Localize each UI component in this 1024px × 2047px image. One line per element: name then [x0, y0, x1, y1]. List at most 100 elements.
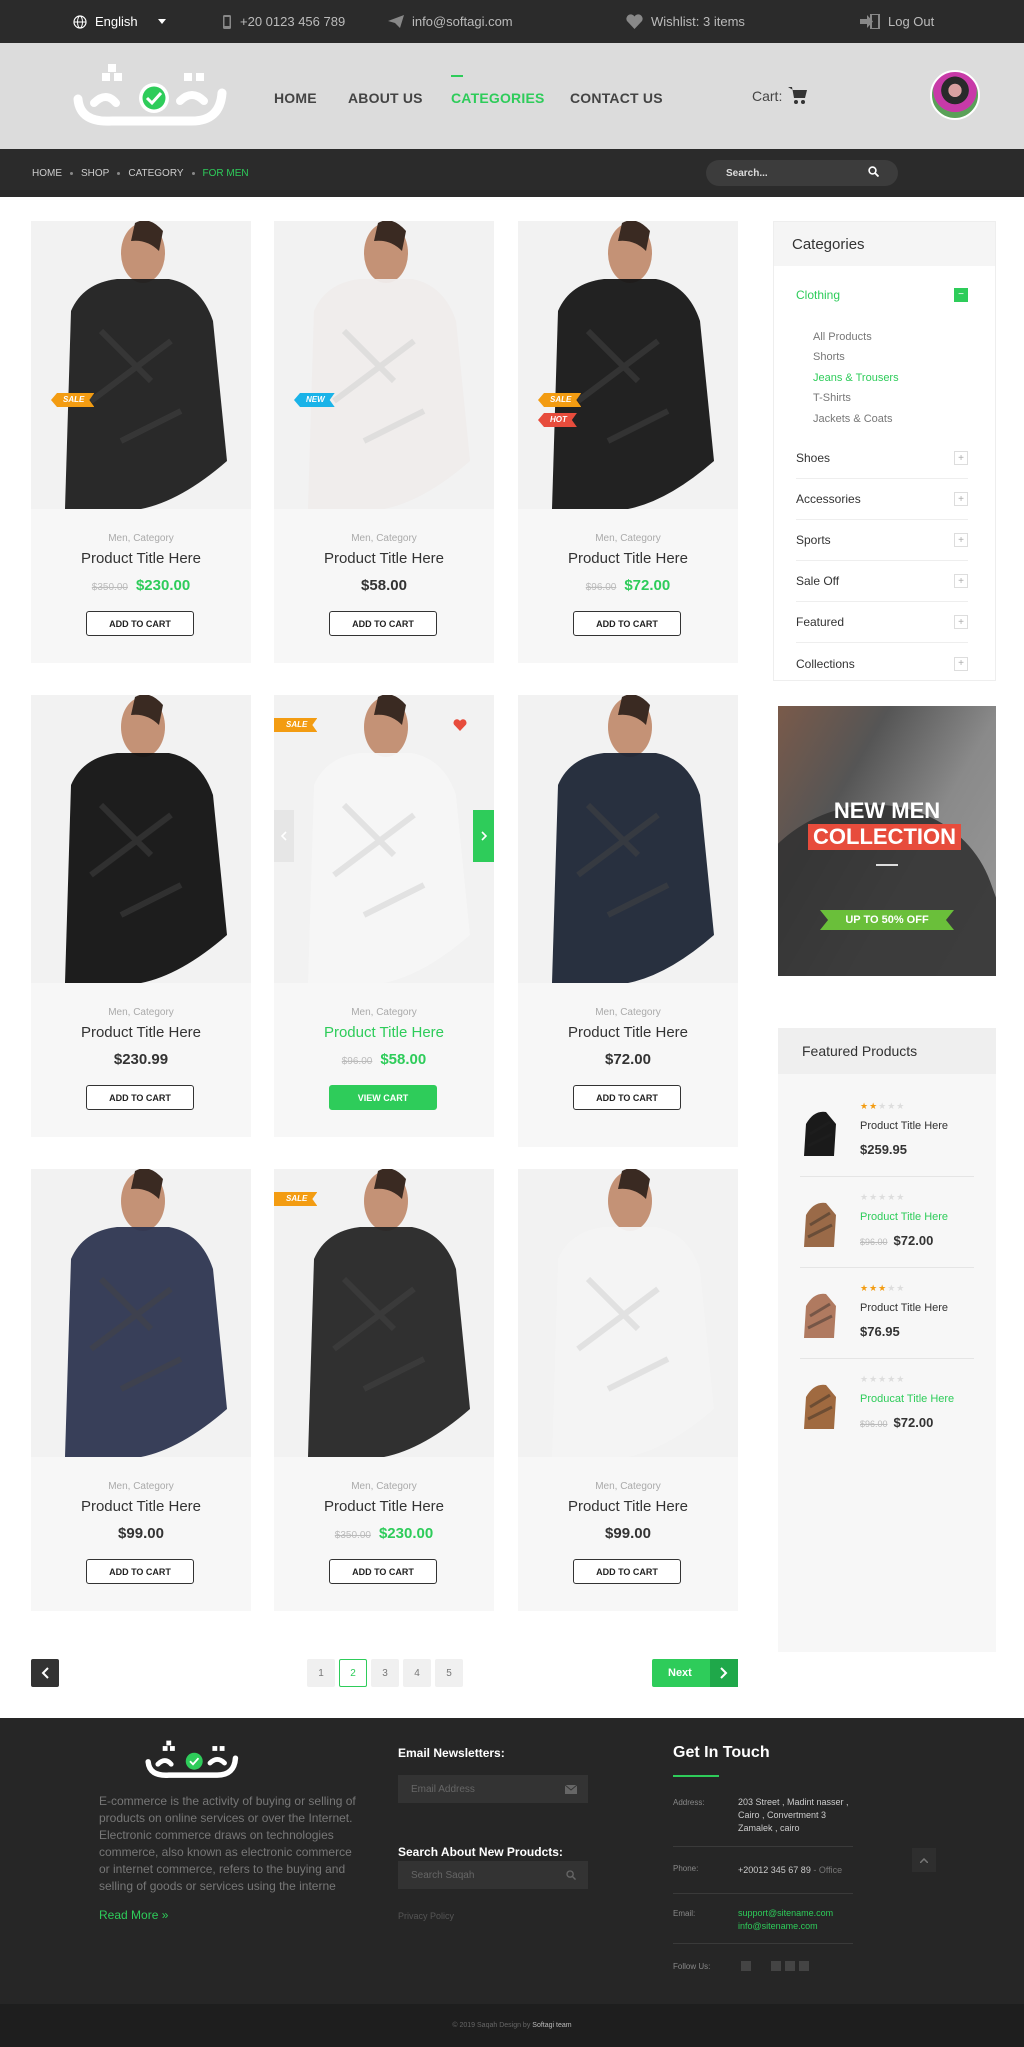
product-image[interactable] — [31, 221, 251, 509]
category-sale-off[interactable]: Sale Off + — [796, 561, 968, 602]
add-to-cart-button[interactable]: ADD TO CART — [329, 611, 437, 636]
product-category[interactable]: Men, Category — [518, 1007, 738, 1018]
featured-thumbnail[interactable] — [800, 1195, 842, 1250]
featured-name[interactable]: Product Title Here — [860, 1120, 948, 1132]
product-image[interactable] — [31, 695, 251, 983]
user-avatar[interactable] — [930, 70, 980, 120]
plus-icon[interactable]: + — [954, 574, 968, 588]
product-title[interactable]: Product Title Here — [518, 550, 738, 567]
scroll-top-button[interactable] — [912, 1848, 936, 1872]
add-to-cart-button[interactable]: ADD TO CART — [573, 611, 681, 636]
page-5[interactable]: 5 — [435, 1659, 463, 1687]
add-to-cart-button[interactable]: ADD TO CART — [329, 1559, 437, 1584]
product-category[interactable]: Men, Category — [518, 1481, 738, 1492]
image-prev-arrow[interactable] — [274, 810, 294, 862]
add-to-cart-button[interactable]: ADD TO CART — [86, 1085, 194, 1110]
banner-offer[interactable]: UP TO 50% OFF — [820, 910, 954, 930]
breadcrumb-home[interactable]: HOME — [32, 168, 62, 179]
product-title[interactable]: Product Title Here — [31, 1498, 251, 1515]
product-category[interactable]: Men, Category — [274, 1007, 494, 1018]
search-icon[interactable] — [868, 166, 879, 177]
view-cart-button[interactable]: VIEW CART — [329, 1085, 437, 1110]
add-to-cart-button[interactable]: ADD TO CART — [86, 1559, 194, 1584]
linkedin-icon[interactable] — [799, 1961, 809, 1971]
googleplus-icon[interactable] — [785, 1961, 795, 1971]
subcategory-tshirts[interactable]: T-Shirts — [813, 392, 851, 404]
promo-banner[interactable]: NEW MEN COLLECTION UP TO 50% OFF — [778, 706, 996, 976]
featured-product[interactable]: ★★★★★ Product Title Here $259.95 — [800, 1086, 974, 1177]
product-card[interactable]: Men, Category Product Title Here $96.00 $… — [274, 695, 494, 1137]
nav-categories[interactable]: CATEGORIES — [451, 75, 545, 106]
category-clothing[interactable]: Clothing − — [796, 274, 968, 315]
add-to-cart-button[interactable]: ADD TO CART — [86, 611, 194, 636]
facebook-icon[interactable] — [741, 1961, 751, 1971]
category-shoes[interactable]: Shoes + — [796, 438, 968, 479]
category-sports[interactable]: Sports + — [796, 520, 968, 561]
product-image[interactable] — [518, 221, 738, 509]
envelope-icon[interactable] — [565, 1785, 577, 1794]
featured-name[interactable]: Product Title Here — [860, 1302, 948, 1314]
product-category[interactable]: Men, Category — [274, 533, 494, 544]
product-card[interactable]: Men, Category Product Title Here $350.00… — [274, 1169, 494, 1611]
copyright-team[interactable]: Softagi team — [532, 2022, 571, 2029]
subcategory-jackets[interactable]: Jackets & Coats — [813, 413, 892, 425]
plus-icon[interactable]: + — [954, 615, 968, 629]
featured-name[interactable]: Producat Title Here — [860, 1393, 954, 1405]
logout-link[interactable]: Log Out — [860, 0, 934, 43]
wishlist-link[interactable]: Wishlist: 3 items — [626, 0, 745, 43]
product-card[interactable]: Men, Category Product Title Here $58.00 … — [274, 221, 494, 663]
site-logo[interactable] — [72, 63, 227, 129]
product-image[interactable] — [518, 695, 738, 983]
product-category[interactable]: Men, Category — [31, 533, 251, 544]
plus-icon[interactable]: + — [954, 492, 968, 506]
nav-about[interactable]: ABOUT US — [348, 90, 423, 106]
subcategory-jeans[interactable]: Jeans & Trousers — [813, 372, 899, 384]
featured-product[interactable]: ★★★★★ Producat Title Here $96.00 $72.00 — [800, 1359, 974, 1450]
featured-product[interactable]: ★★★★★ Product Title Here $76.95 — [800, 1268, 974, 1359]
featured-thumbnail[interactable] — [800, 1286, 842, 1341]
plus-icon[interactable]: + — [954, 656, 968, 671]
category-accessories[interactable]: Accessories + — [796, 479, 968, 520]
product-image[interactable] — [31, 1169, 251, 1457]
product-category[interactable]: Men, Category — [274, 1481, 494, 1492]
product-title[interactable]: Product Title Here — [31, 550, 251, 567]
category-collections[interactable]: Collections + — [796, 643, 968, 684]
email-support[interactable]: support@sitename.com — [738, 1907, 833, 1920]
footer-logo[interactable] — [144, 1740, 239, 1780]
nav-contact[interactable]: CONTACT US — [570, 90, 663, 106]
featured-product[interactable]: ★★★★★ Product Title Here $96.00 $72.00 — [800, 1177, 974, 1268]
product-title[interactable]: Product Title Here — [518, 1024, 738, 1041]
plus-icon[interactable]: + — [954, 533, 968, 547]
page-1[interactable]: 1 — [307, 1659, 335, 1687]
product-image[interactable] — [274, 1169, 494, 1457]
cart-button[interactable]: Cart: — [752, 87, 808, 105]
product-category[interactable]: Men, Category — [518, 533, 738, 544]
search-icon[interactable] — [566, 1870, 576, 1880]
image-next-arrow[interactable] — [473, 810, 494, 862]
category-featured[interactable]: Featured + — [796, 602, 968, 643]
subcategory-shorts[interactable]: Shorts — [813, 351, 845, 363]
product-title[interactable]: Product Title Here — [518, 1498, 738, 1515]
minus-icon[interactable]: − — [954, 287, 968, 302]
product-card[interactable]: Men, Category Product Title Here $99.00 … — [31, 1169, 251, 1611]
product-image[interactable] — [518, 1169, 738, 1457]
featured-thumbnail[interactable] — [800, 1104, 842, 1159]
nav-home[interactable]: HOME — [274, 90, 317, 106]
product-image[interactable] — [274, 695, 494, 983]
product-card[interactable]: Men, Category Product Title Here $72.00 … — [518, 695, 738, 1147]
next-page-button[interactable]: Next — [652, 1659, 738, 1687]
add-to-cart-button[interactable]: ADD TO CART — [573, 1085, 681, 1110]
twitter-icon[interactable] — [771, 1961, 781, 1971]
product-card[interactable]: Men, Category Product Title Here $350.00… — [31, 221, 251, 663]
product-category[interactable]: Men, Category — [31, 1007, 251, 1018]
add-to-cart-button[interactable]: ADD TO CART — [573, 1559, 681, 1584]
product-title[interactable]: Product Title Here — [31, 1024, 251, 1041]
product-image[interactable] — [274, 221, 494, 509]
plus-icon[interactable]: + — [954, 451, 968, 465]
language-selector[interactable]: English — [73, 0, 166, 43]
wishlist-heart-icon[interactable] — [453, 718, 467, 731]
product-title[interactable]: Product Title Here — [274, 550, 494, 567]
product-card[interactable]: Men, Category Product Title Here $96.00 $… — [518, 221, 738, 663]
featured-thumbnail[interactable] — [800, 1377, 842, 1432]
privacy-policy-link[interactable]: Privacy Policy — [398, 1911, 454, 1921]
